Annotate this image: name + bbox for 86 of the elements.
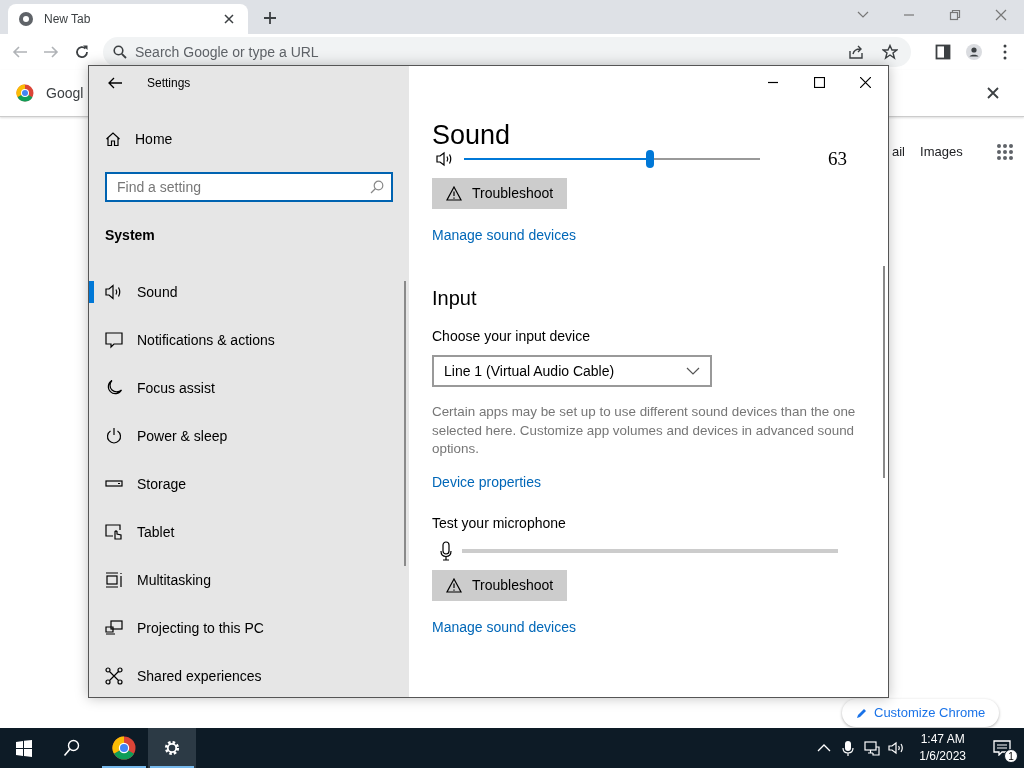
help-text: Certain apps may be set up to use different sound devices than the one selected here. Customize app volumes and devices in advanced sound options. (432, 403, 856, 459)
apps-grid-icon (995, 143, 1014, 161)
nodes-icon (105, 667, 123, 685)
manage-devices-link[interactable]: Manage sound devices (432, 616, 576, 638)
settings-taskbar-button[interactable] (148, 728, 196, 768)
close-icon (995, 9, 1007, 21)
header-link[interactable]: ail (892, 142, 905, 162)
arrow-left-icon (11, 44, 28, 60)
home-nav-item[interactable]: Home (89, 121, 409, 157)
warning-icon (446, 577, 462, 593)
clock-date: 1/6/2023 (919, 748, 966, 765)
troubleshoot-button[interactable]: Troubleshoot (432, 178, 568, 210)
tablet-icon (105, 523, 123, 541)
side-panel-icon (934, 44, 951, 60)
nav-item[interactable]: Storage (89, 473, 399, 495)
device-properties-link[interactable]: Device properties (432, 471, 541, 493)
message-icon (105, 331, 123, 349)
chrome-icon (18, 11, 34, 27)
windows-icon (15, 739, 33, 757)
close-icon (859, 76, 871, 88)
message-icon (993, 740, 1011, 756)
field-label: Test your microphone (432, 513, 566, 533)
browser-tab[interactable]: New Tab (8, 4, 248, 34)
nav-item[interactable]: Focus assist (89, 377, 399, 399)
star-icon (882, 44, 898, 60)
arrow-right-icon (42, 44, 59, 60)
monitor-icon (105, 619, 123, 637)
infobar-text: Googl (46, 83, 84, 103)
tab-title: New Tab (44, 11, 92, 28)
field-label: Choose your input device (432, 327, 590, 347)
moon-icon (105, 379, 123, 397)
microphone-icon (840, 740, 857, 756)
nav-item[interactable]: Projecting to this PC (89, 617, 399, 639)
avatar-icon (965, 44, 982, 60)
section-heading: System (105, 226, 156, 245)
speaker-icon (436, 151, 454, 168)
chrome-logo-icon (112, 736, 136, 760)
plus-icon (263, 11, 277, 25)
pencil-icon (856, 707, 868, 719)
arrow-left-icon (108, 76, 122, 89)
close-icon (224, 14, 234, 24)
chevron-icon (686, 367, 700, 376)
input-device-dropdown[interactable]: Line 1 (Virtual Audio Cable) (432, 355, 712, 388)
nav-item[interactable]: Sound (89, 281, 399, 303)
search-icon (370, 180, 384, 194)
notification-badge: 1 (1004, 749, 1018, 763)
power-icon (105, 427, 123, 445)
page-title: Sound (432, 119, 511, 152)
nav-item[interactable]: Multitasking (89, 569, 399, 591)
speaker-icon (888, 740, 905, 756)
restore-icon (949, 9, 961, 21)
slider-thumb[interactable] (646, 150, 655, 169)
close-icon (987, 87, 999, 99)
nav-item[interactable]: Notifications & actions (89, 329, 399, 351)
search-icon (63, 739, 81, 757)
notifications-button[interactable]: 1 (980, 728, 1024, 768)
search-icon (113, 45, 127, 59)
nav-item[interactable]: Shared experiences (89, 665, 399, 687)
speaker-icon (105, 283, 123, 301)
nav-item[interactable]: Power & sleep (89, 425, 399, 447)
volume-value: 63 (828, 147, 847, 172)
kebab-menu-icon (1002, 44, 1007, 60)
troubleshoot-button[interactable]: Troubleshoot (432, 569, 568, 601)
manage-devices-link[interactable]: Manage sound devices (432, 225, 576, 247)
share-icon (848, 44, 864, 60)
window-layout-icon (105, 571, 123, 589)
maximize-icon (813, 76, 825, 88)
search-field[interactable]: Find a setting (105, 172, 393, 202)
warning-icon (446, 186, 462, 202)
chrome-logo-icon (16, 84, 34, 102)
address-bar[interactable]: Search Google or type a URL (103, 37, 911, 67)
window-title: Settings (147, 74, 191, 92)
scrollbar[interactable] (404, 281, 406, 566)
scrollbar[interactable] (883, 266, 885, 478)
home-icon (105, 131, 121, 147)
reload-icon (73, 44, 90, 60)
section-heading: Input (432, 286, 477, 311)
clock-time: 1:47 AM (920, 731, 965, 748)
clock[interactable]: 1:47 AM 1/6/2023 (911, 731, 974, 765)
header-link[interactable]: Images (920, 142, 963, 162)
gear-icon (163, 739, 181, 757)
address-input[interactable]: Search Google or type a URL (135, 41, 835, 63)
nav-item[interactable]: Tablet (89, 521, 399, 543)
customize-chrome-button[interactable]: Customize Chrome (842, 699, 1000, 727)
network-icon (864, 740, 881, 756)
microphone-icon (440, 540, 452, 561)
